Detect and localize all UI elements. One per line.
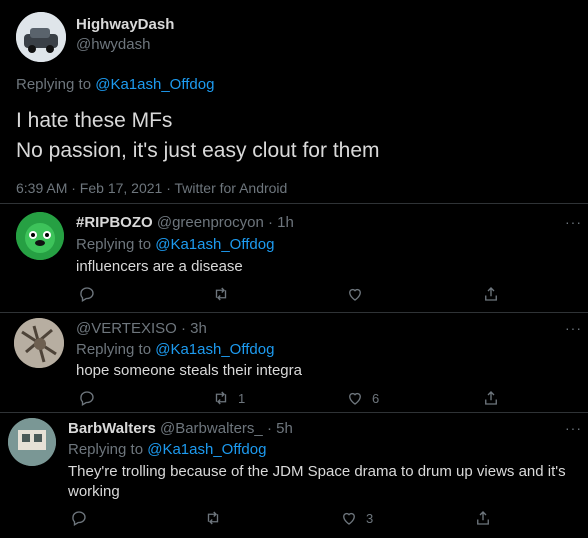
reply2-reply-button[interactable] — [78, 389, 96, 407]
retweet-icon — [207, 511, 219, 525]
reply2-author-handle[interactable]: @VERTEXISO — [76, 320, 177, 337]
reply2-avatar[interactable] — [14, 318, 64, 368]
share-icon — [485, 287, 497, 301]
retweet-icon — [215, 391, 227, 405]
reply3-replying-line: Replying to @Ka1ash_Offdog — [68, 441, 266, 458]
reply2-like-button[interactable]: 6 — [346, 389, 379, 407]
divider — [0, 412, 588, 413]
reply3-avatar[interactable] — [8, 418, 56, 466]
divider — [0, 203, 588, 204]
reply1-more-icon[interactable]: ··· — [565, 214, 582, 230]
reply3-text: They're trolling because of the JDM Spac… — [68, 462, 566, 502]
main-author-avatar[interactable] — [16, 12, 66, 62]
main-tweet-line2: No passion, it's just easy clout for the… — [16, 139, 380, 162]
reply3-like-button[interactable]: 3 — [340, 509, 373, 527]
reply1-author-handle[interactable]: @greenprocyon — [157, 214, 264, 231]
share-icon — [477, 511, 489, 525]
avatar-photo — [8, 418, 56, 466]
reply3-share-button[interactable] — [474, 509, 492, 527]
reply2-like-count: 6 — [372, 390, 380, 406]
replying-label: Replying to — [16, 76, 92, 93]
reply1-author-name[interactable]: #RIPBOZO — [76, 214, 153, 231]
reply2-retweet-count: 1 — [238, 390, 246, 406]
reply2-more-icon[interactable]: ··· — [565, 320, 582, 336]
replying-mention[interactable]: @Ka1ash_Offdog — [147, 441, 266, 458]
reply1-share-button[interactable] — [482, 285, 500, 303]
retweet-icon — [215, 287, 227, 301]
reply-icon — [72, 511, 86, 526]
replying-label: Replying to — [68, 441, 144, 458]
reply3-more-icon[interactable]: ··· — [565, 420, 582, 436]
reply3-retweet-button[interactable] — [204, 509, 230, 527]
reply1-avatar[interactable] — [16, 212, 64, 260]
main-tweet-text: I hate these MFs No passion, it's just e… — [16, 106, 380, 166]
replying-label: Replying to — [76, 236, 152, 253]
reply-icon — [80, 391, 94, 406]
reply3-like-count: 3 — [366, 510, 374, 526]
replying-mention[interactable]: @Ka1ash_Offdog — [95, 76, 214, 93]
reply2-retweet-button[interactable]: 1 — [212, 389, 245, 407]
avatar-green-raccoon — [16, 212, 64, 260]
replying-mention[interactable]: @Ka1ash_Offdog — [155, 236, 274, 253]
reply1-replying-line: Replying to @Ka1ash_Offdog — [76, 236, 274, 253]
like-icon — [349, 392, 361, 405]
divider — [0, 312, 588, 313]
reply3-author-name[interactable]: BarbWalters — [68, 420, 156, 437]
avatar-drawing — [14, 318, 64, 368]
reply2-time[interactable]: · 3h — [181, 320, 207, 337]
reply3-text-line2: working — [68, 483, 120, 500]
reply2-text: hope someone steals their integra — [76, 362, 302, 379]
reply1-like-button[interactable] — [346, 285, 372, 303]
reply2-header: @VERTEXISO · 3h — [76, 320, 207, 337]
reply1-retweet-button[interactable] — [212, 285, 238, 303]
reply1-text: influencers are a disease — [76, 258, 243, 275]
main-replying-line: Replying to @Ka1ash_Offdog — [16, 76, 214, 93]
reply3-time[interactable]: · 5h — [267, 420, 293, 437]
reply1-header: #RIPBOZO @greenprocyon · 1h — [76, 214, 294, 231]
reply2-share-button[interactable] — [482, 389, 500, 407]
reply2-replying-line: Replying to @Ka1ash_Offdog — [76, 341, 274, 358]
avatar-car-image — [16, 12, 66, 62]
replying-label: Replying to — [76, 341, 152, 358]
replying-mention[interactable]: @Ka1ash_Offdog — [155, 341, 274, 358]
reply1-reply-button[interactable] — [78, 285, 96, 303]
like-icon — [349, 288, 361, 301]
like-icon — [343, 512, 355, 525]
main-author-name[interactable]: HighwayDash — [76, 16, 174, 33]
reply3-author-handle[interactable]: @Barbwalters_ — [160, 420, 263, 437]
share-icon — [485, 391, 497, 405]
reply-icon — [80, 287, 94, 302]
main-tweet-line1: I hate these MFs — [16, 109, 173, 132]
reply1-time[interactable]: · 1h — [268, 214, 294, 231]
main-tweet-timestamp[interactable]: 6:39 AM · Feb 17, 2021 · Twitter for And… — [16, 180, 287, 196]
reply3-reply-button[interactable] — [70, 509, 88, 527]
reply3-text-line1: They're trolling because of the JDM Spac… — [68, 463, 566, 480]
main-author-handle[interactable]: @hwydash — [76, 36, 150, 53]
reply3-header: BarbWalters @Barbwalters_ · 5h — [68, 420, 293, 437]
